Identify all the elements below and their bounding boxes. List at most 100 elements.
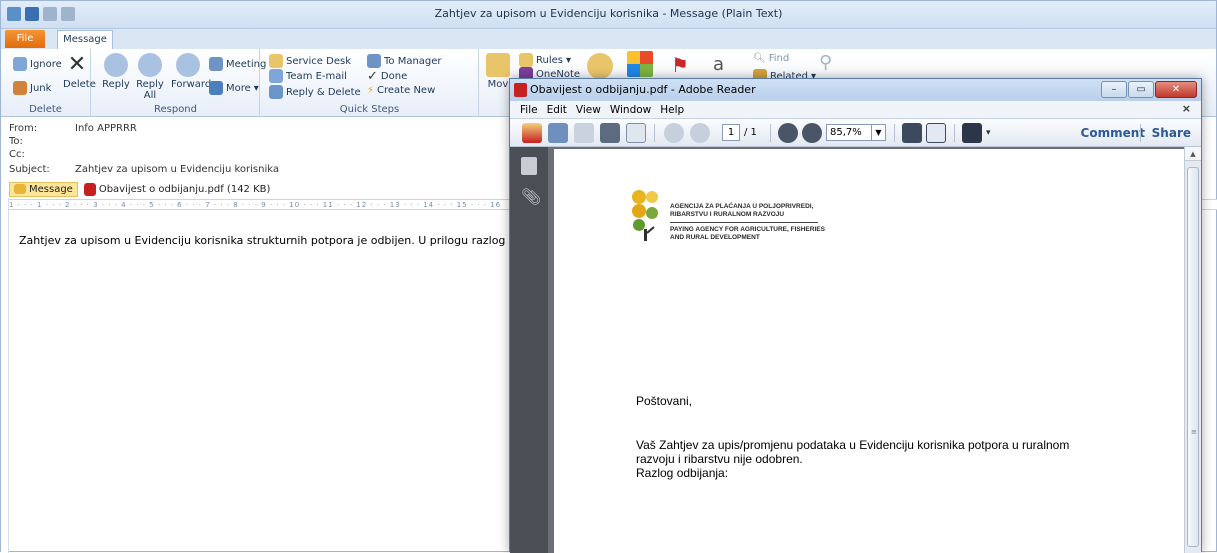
comment-button[interactable]: Comment [1081,126,1145,140]
logo-circle [632,204,646,218]
quickstep-reply-delete[interactable]: Reply & Delete [269,85,361,99]
logo-stem [644,229,647,241]
agency-en-line1: PAYING AGENCY FOR AGRICULTURE, FISHERIES [670,226,825,233]
tab-message[interactable]: Message [57,30,113,49]
tab-file[interactable]: File [5,30,45,48]
categorize-icon[interactable] [627,51,653,77]
logo-circle [646,207,658,219]
flag-icon[interactable]: ⚑ [671,53,693,77]
mark-unread-icon[interactable] [587,53,613,79]
close-document-icon[interactable]: × [1182,102,1191,115]
zoom-icon[interactable]: ⚲ [819,51,841,75]
maximize-button[interactable]: ▭ [1128,81,1154,98]
junk-label: Junk [30,82,52,94]
lightning-icon: ⚡ [367,85,375,96]
ignore-icon [13,57,27,71]
window-title: Zahtjev za upisom u Evidenciju korisnika… [434,7,783,20]
save-icon[interactable] [574,123,594,143]
fit-width-icon[interactable] [926,123,946,143]
attachment-bar: Message Obavijest o odbijanju.pdf (142 K… [9,181,270,197]
junk-icon [13,81,27,95]
vertical-scrollbar[interactable]: ▲ ≡ [1184,147,1201,553]
quickstep-team-email[interactable]: Team E-mail [269,69,347,83]
quickstep-create-new[interactable]: ⚡ Create New [367,85,435,96]
menu-edit[interactable]: Edit [547,104,567,116]
reply-icon [104,53,128,77]
quickstep-label: Service Desk [286,55,351,67]
zoom-out-icon[interactable] [778,123,798,143]
rules-icon [519,53,533,67]
quickstep-service-desk[interactable]: Service Desk [269,54,351,68]
service-desk-icon [269,54,283,68]
menu-window[interactable]: Window [610,104,651,116]
zoom-in-icon[interactable] [802,123,822,143]
outlook-titlebar: Zahtjev za upisom u Evidenciju korisnika… [1,1,1216,29]
attachments-paperclip-icon[interactable]: 📎︎ [521,187,541,206]
junk-button[interactable]: Junk [13,81,51,95]
next-page-icon[interactable] [690,123,710,143]
quickstep-label: Reply & Delete [286,86,361,98]
toolbar-separator [1140,124,1141,142]
menu-help[interactable]: Help [660,104,684,116]
reply-all-button[interactable]: Reply All [135,53,165,101]
delete-group-label: Delete [29,104,62,115]
translate-icon[interactable]: aあ [713,53,739,99]
letter-line: Razlog odbijanja: [636,466,729,480]
full-screen-icon[interactable] [962,123,982,143]
chevron-down-icon[interactable]: ▼ [871,125,885,140]
create-pdf-icon[interactable] [522,123,542,143]
menu-view[interactable]: View [576,104,601,116]
scroll-grip-icon: ≡ [1191,428,1197,436]
print-icon[interactable] [600,123,620,143]
message-attachment-tab[interactable]: Message [9,181,78,197]
ignore-label: Ignore [30,58,62,70]
from-label: From: [9,123,38,134]
agency-name: AGENCIJA ZA PLAĆANJA U POLJOPRIVREDI, RI… [670,203,825,242]
agency-logo [632,190,658,241]
ignore-button[interactable]: Ignore [13,57,62,71]
share-button[interactable]: Share [1152,126,1191,140]
to-manager-icon [367,54,381,68]
pdf-icon [83,182,96,196]
move-label: Mov [487,79,509,90]
scroll-thumb[interactable]: ≡ [1187,167,1199,547]
page-total: / 1 [744,127,757,138]
agency-en-line2: AND RURAL DEVELOPMENT [670,234,760,241]
page-thumbnails-icon[interactable] [521,157,537,175]
zoom-select[interactable]: 85,7% ▼ [826,124,886,141]
respond-group-label: Respond [153,104,197,115]
find-button[interactable]: 🔍︎ Find [753,53,789,64]
toolbar-separator [894,124,895,142]
quickstep-done[interactable]: ✓ Done [367,69,407,84]
forward-button[interactable]: Forward [171,53,211,90]
move-button[interactable]: Mov [485,53,511,90]
more-respond-button[interactable]: More ▾ [209,81,259,95]
quickstep-to-manager[interactable]: To Manager [367,54,442,68]
close-button[interactable]: ✕ [1155,81,1197,98]
adobe-reader-window: Obavijest o odbijanju.pdf - Adobe Reader… [509,78,1202,553]
pdf-attachment[interactable]: Obavijest o odbijanju.pdf (142 KB) [83,182,270,196]
find-label: Find [768,53,790,64]
email-icon[interactable] [626,123,646,143]
meeting-button[interactable]: Meeting [209,57,266,71]
message-body[interactable]: Zahtjev za upisom u Evidenciju korisnika… [19,234,563,247]
toolbar-separator [770,124,771,142]
left-margin [1,198,9,553]
prev-page-icon[interactable] [664,123,684,143]
to-label: To: [9,136,23,147]
toolbar-overflow-icon[interactable]: ▾ [986,123,998,143]
scroll-up-arrow[interactable]: ▲ [1185,147,1201,161]
from-value[interactable]: Info APPRRR [75,123,137,134]
menu-file[interactable]: File [520,104,538,116]
minimize-button[interactable]: – [1101,81,1127,98]
delete-button[interactable]: ✕ Delete [63,53,96,91]
agency-divider [670,222,818,223]
pdf-app-icon [514,83,527,97]
open-icon[interactable] [548,123,568,143]
fit-page-icon[interactable] [902,123,922,143]
reader-titlebar: Obavijest o odbijanju.pdf - Adobe Reader… [510,79,1201,101]
reply-button[interactable]: Reply [101,53,131,90]
page-number-input[interactable]: 1 [722,124,740,141]
rules-button[interactable]: Rules ▾ [519,53,571,67]
zoom-value: 85,7% [830,127,862,138]
